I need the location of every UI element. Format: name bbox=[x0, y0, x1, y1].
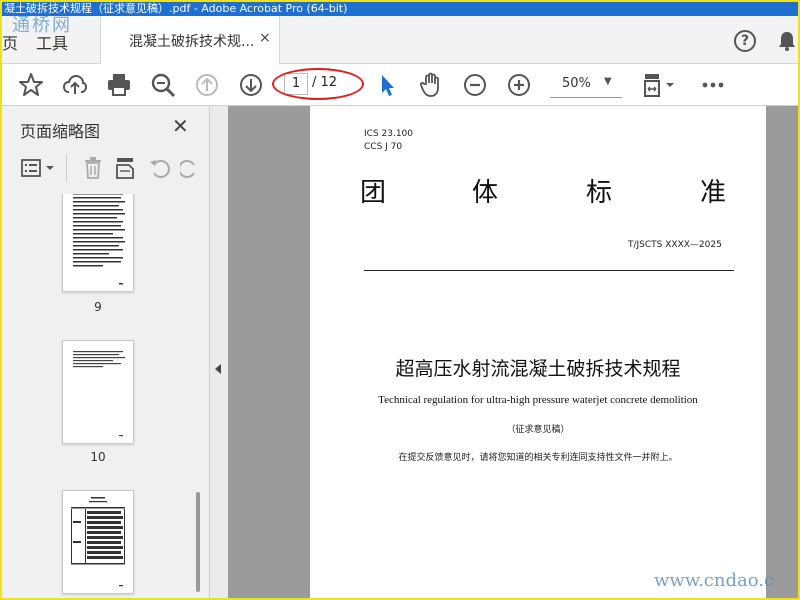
star-icon[interactable] bbox=[18, 72, 44, 98]
zoom-value: 50% bbox=[562, 76, 591, 91]
trash-icon[interactable] bbox=[82, 156, 104, 180]
panel-title: 页面缩略图 bbox=[20, 122, 101, 141]
header-rule bbox=[364, 270, 734, 271]
standard-kind-char: 体 bbox=[472, 178, 499, 208]
arrow-up-circle-icon[interactable] bbox=[194, 72, 220, 98]
document-scrollbar[interactable] bbox=[766, 106, 798, 598]
standard-kind-char: 准 bbox=[700, 178, 727, 208]
tab-bar: 页 工具 混凝土破拆技术规... × ? bbox=[2, 16, 798, 64]
document-title-cn: 超高压水射流混凝土破拆技术规程 bbox=[395, 358, 681, 380]
thumbnail-label: 9 bbox=[94, 300, 102, 314]
chevron-down-icon: ▼ bbox=[604, 76, 612, 87]
document-title-en: Technical regulation for ultra-high pres… bbox=[378, 394, 698, 406]
hand-icon[interactable] bbox=[418, 72, 444, 98]
draft-label: （征求意见稿） bbox=[506, 425, 570, 435]
zoom-select[interactable]: 50% ▼ bbox=[550, 72, 622, 98]
thumbnail-label: 10 bbox=[90, 450, 106, 464]
toolbar-divider bbox=[66, 154, 67, 182]
watermark-top: 通桥网 bbox=[12, 15, 72, 36]
panel-toolbar bbox=[2, 148, 210, 188]
zoom-search-icon[interactable] bbox=[150, 72, 176, 98]
zoom-in-icon[interactable] bbox=[506, 72, 532, 98]
undo-icon[interactable] bbox=[148, 156, 172, 180]
ccs-code: CCS J 70 bbox=[364, 142, 403, 152]
standard-kind-char: 团 bbox=[360, 178, 387, 208]
help-icon[interactable]: ? bbox=[734, 30, 756, 52]
highlight-annotation bbox=[272, 68, 364, 100]
select-arrow-icon[interactable] bbox=[374, 72, 400, 98]
printer-icon[interactable] bbox=[106, 72, 132, 98]
standard-code: T/JSCTS XXXX—2025 bbox=[628, 240, 722, 250]
ics-code: ICS 23.100 bbox=[364, 129, 414, 139]
standard-kind-char: 标 bbox=[586, 178, 613, 208]
thumbnail-page-9[interactable] bbox=[62, 194, 134, 292]
close-panel-button[interactable]: ✕ bbox=[172, 114, 189, 138]
arrow-down-circle-icon[interactable] bbox=[238, 72, 264, 98]
window-title: 凝土破拆技术规程（征求意见稿）.pdf - Adobe Acrobat Pro … bbox=[2, 2, 798, 16]
main-toolbar: 1 / 12 50% ▼ bbox=[2, 64, 798, 106]
redo-icon[interactable] bbox=[180, 156, 198, 180]
panel-splitter[interactable] bbox=[210, 106, 228, 598]
cloud-upload-icon[interactable] bbox=[62, 72, 88, 98]
document-view[interactable]: ICS 23.100 CCS J 70 团 体 标 准 T/JSCTS XXXX… bbox=[228, 106, 798, 598]
page-thumbnails-panel: 页面缩略图 ✕ 9 10 bbox=[2, 106, 210, 598]
scrollbar-thumb[interactable] bbox=[196, 492, 200, 592]
tab-document[interactable]: 混凝土破拆技术规... × bbox=[100, 16, 280, 64]
thumbnail-page-11[interactable] bbox=[62, 490, 134, 594]
fit-page-icon[interactable] bbox=[642, 72, 676, 98]
pdf-page: ICS 23.100 CCS J 70 团 体 标 准 T/JSCTS XXXX… bbox=[310, 106, 766, 598]
collapse-arrow-icon[interactable] bbox=[215, 364, 221, 374]
thumbnail-list: 9 10 bbox=[2, 194, 192, 598]
tab-document-label: 混凝土破拆技术规... bbox=[129, 34, 255, 50]
bell-icon[interactable] bbox=[776, 30, 798, 56]
more-icon[interactable] bbox=[700, 72, 726, 98]
thumbnail-page-10[interactable] bbox=[62, 340, 134, 444]
zoom-out-icon[interactable] bbox=[462, 72, 488, 98]
classification-codes: ICS 23.100 CCS J 70 bbox=[364, 128, 413, 154]
app-window: 凝土破拆技术规程（征求意见稿）.pdf - Adobe Acrobat Pro … bbox=[2, 2, 798, 598]
page-insert-icon[interactable] bbox=[114, 156, 138, 180]
patent-note: 在提交反馈意见时，请将您知道的相关专利连同支持性文件一并附上。 bbox=[398, 453, 678, 463]
watermark-bottom: www.cndao.c bbox=[654, 570, 775, 591]
list-view-icon[interactable] bbox=[20, 156, 58, 180]
close-tab-button[interactable]: × bbox=[259, 30, 271, 46]
thumbnail-scrollbar[interactable] bbox=[194, 194, 204, 598]
